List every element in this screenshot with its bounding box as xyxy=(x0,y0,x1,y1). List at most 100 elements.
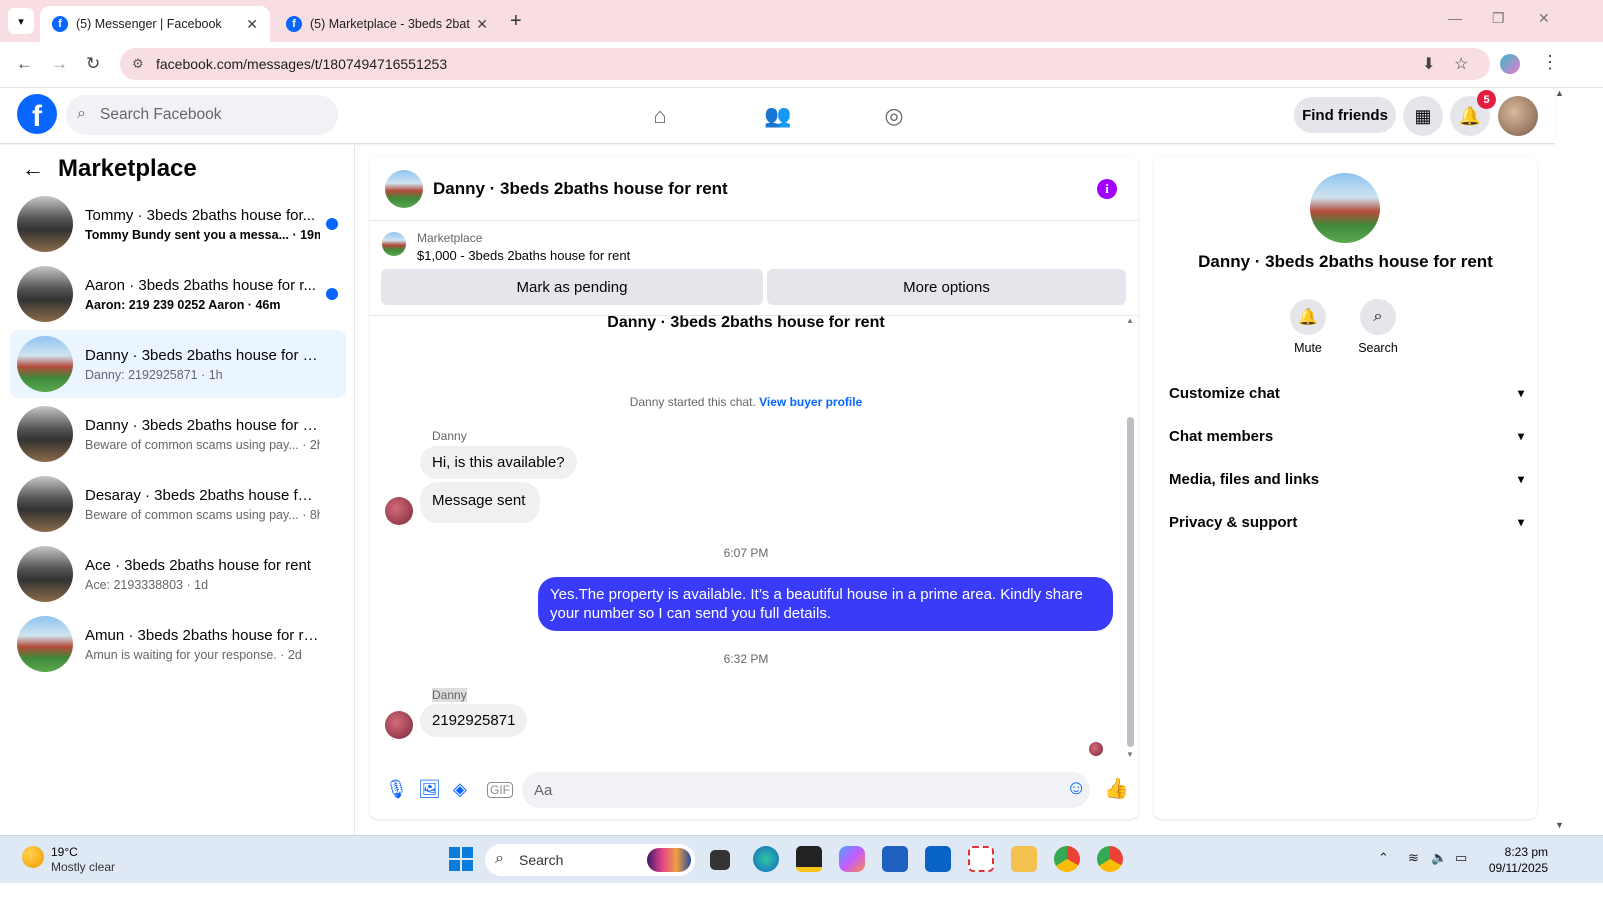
chat-title[interactable]: Danny · 3beds 2baths house for rent xyxy=(433,179,728,199)
chrome-icon[interactable] xyxy=(1054,846,1080,872)
minimize-button[interactable]: — xyxy=(1448,10,1462,26)
back-arrow-icon[interactable]: ← xyxy=(22,156,44,182)
view-buyer-profile-link[interactable]: View buyer profile xyxy=(759,395,862,409)
conversation-item[interactable]: Tommy · 3beds 2baths house for... Tommy … xyxy=(10,190,346,258)
page-scrollbar[interactable]: ▲ ▼ xyxy=(1555,88,1567,835)
menu-grid-icon[interactable]: ▦ xyxy=(1403,96,1443,136)
restore-button[interactable]: ❐ xyxy=(1492,10,1505,27)
scroll-down-arrow-icon[interactable]: ▼ xyxy=(1555,820,1564,830)
thumbs-up-icon[interactable]: 👍 xyxy=(1104,776,1129,801)
close-tab-icon[interactable]: ✕ xyxy=(476,16,488,33)
conversation-item[interactable]: Amun · 3beds 2baths house for rent Amun … xyxy=(10,610,346,678)
battery-icon[interactable]: ▭ xyxy=(1455,850,1467,866)
bookmark-star-icon[interactable]: ☆ xyxy=(1454,54,1468,74)
more-options-button[interactable]: More options xyxy=(767,269,1126,305)
close-tab-icon[interactable]: ✕ xyxy=(246,16,258,33)
snipping-tool-icon[interactable] xyxy=(968,846,994,872)
media-files-links-section[interactable]: Media, files and links ▾ xyxy=(1169,461,1524,497)
taskbar-search[interactable]: ⌕ Search xyxy=(485,844,695,876)
browser-tab-bar: ▾ f (5) Messenger | Facebook ✕ f (5) Mar… xyxy=(0,0,1603,42)
tab-marketplace[interactable]: f (5) Marketplace - 3beds 2baths ✕ xyxy=(274,6,500,42)
conversation-item[interactable]: Danny · 3beds 2baths house for rent Bewa… xyxy=(10,400,346,468)
url-text: facebook.com/messages/t/1807494716551253 xyxy=(156,56,448,72)
outlook-icon[interactable] xyxy=(925,846,951,872)
groups-icon[interactable]: ◎ xyxy=(878,100,910,132)
windows-taskbar: 19°C Mostly clear ⌕ Search ⌃ ≋ 🔈 ▭ 8:23 … xyxy=(0,835,1603,883)
contact-avatar[interactable] xyxy=(1310,173,1380,243)
conversation-name: Danny · 3beds 2baths house for rent xyxy=(85,416,320,434)
home-icon[interactable]: ⌂ xyxy=(644,100,676,132)
message-input[interactable]: Aa xyxy=(522,772,1090,808)
info-icon[interactable]: i xyxy=(1097,179,1117,199)
search-conversation-button[interactable]: ⌕ Search xyxy=(1348,299,1408,355)
windows-start-icon[interactable] xyxy=(449,847,473,871)
facebook-logo[interactable]: f xyxy=(17,94,57,134)
show-hidden-icons-chevron-icon[interactable]: ⌃ xyxy=(1378,850,1389,866)
search-icon: ⌕ xyxy=(495,850,504,867)
reload-icon[interactable]: ↻ xyxy=(86,54,100,74)
incoming-message[interactable]: Message sent xyxy=(420,482,541,523)
new-tab-button[interactable]: + xyxy=(510,10,522,33)
sticky-notes-icon[interactable] xyxy=(796,846,822,872)
mark-as-pending-button[interactable]: Mark as pending xyxy=(381,269,763,305)
photo-icon[interactable]: 🖼 xyxy=(418,779,441,800)
sender-avatar[interactable] xyxy=(385,497,413,525)
weather-moon-icon[interactable] xyxy=(22,846,44,868)
scroll-up-arrow-icon[interactable]: ▲ xyxy=(1555,88,1564,98)
customize-chat-section[interactable]: Customize chat ▾ xyxy=(1169,375,1524,411)
emoji-icon[interactable]: ☺ xyxy=(1066,777,1086,800)
microphone-icon[interactable]: 🎙 xyxy=(385,779,408,800)
mute-label: Mute xyxy=(1294,341,1322,355)
task-view-icon[interactable] xyxy=(710,850,730,870)
back-arrow-icon[interactable]: ← xyxy=(16,54,33,74)
find-friends-button[interactable]: Find friends xyxy=(1294,97,1396,133)
file-explorer-icon[interactable] xyxy=(1011,846,1037,872)
conversation-name: Tommy · 3beds 2baths house for... xyxy=(85,206,316,224)
conversation-item[interactable]: Aaron · 3beds 2baths house for r... Aaro… xyxy=(10,260,346,328)
browser-menu-icon[interactable]: ⋮ xyxy=(1541,52,1559,73)
close-window-button[interactable]: ✕ xyxy=(1538,10,1550,27)
conversation-item-selected[interactable]: Danny · 3beds 2baths house for rent Dann… xyxy=(10,330,346,398)
chat-members-section[interactable]: Chat members ▾ xyxy=(1169,418,1524,454)
chat-scrollbar[interactable]: ▲ ▼ xyxy=(1126,316,1134,759)
url-field[interactable]: ⚙ facebook.com/messages/t/18074947165512… xyxy=(120,48,1490,80)
conversation-avatar xyxy=(17,196,73,252)
conversation-item[interactable]: Desaray · 3beds 2baths house for r... Be… xyxy=(10,470,346,538)
chevron-down-icon: ▾ xyxy=(18,15,24,28)
tab-search-button[interactable]: ▾ xyxy=(8,8,34,34)
privacy-support-section[interactable]: Privacy & support ▾ xyxy=(1169,504,1524,540)
volume-icon[interactable]: 🔈 xyxy=(1431,850,1447,866)
chat-avatar[interactable] xyxy=(385,169,423,208)
message-composer: 🎙 🖼 ◈ GIF Aa ☺ 👍 xyxy=(370,769,1138,811)
browser-profile-avatar[interactable] xyxy=(1500,54,1520,74)
outgoing-message[interactable]: Yes.The property is available. It’s a be… xyxy=(538,577,1113,631)
wifi-icon[interactable]: ≋ xyxy=(1408,850,1419,866)
incoming-message[interactable]: Hi, is this available? xyxy=(420,446,577,479)
clock-date[interactable]: 09/11/2025 xyxy=(1478,861,1548,875)
tab-messenger[interactable]: f (5) Messenger | Facebook ✕ xyxy=(40,6,270,42)
sender-avatar[interactable] xyxy=(385,711,413,739)
section-label: Privacy & support xyxy=(1169,513,1298,531)
scrollbar-thumb[interactable] xyxy=(1127,417,1134,747)
gif-icon[interactable]: GIF xyxy=(487,782,513,798)
conversation-item[interactable]: Ace · 3beds 2baths house for rent Ace: 2… xyxy=(10,540,346,608)
account-avatar[interactable] xyxy=(1498,96,1538,136)
search-input[interactable]: ⌕ Search Facebook xyxy=(66,95,338,135)
microsoft-store-icon[interactable] xyxy=(882,846,908,872)
listing-price-title[interactable]: $1,000 - 3beds 2baths house for rent xyxy=(417,248,630,263)
scroll-down-arrow-icon[interactable]: ▼ xyxy=(1126,750,1134,759)
chrome-profile-icon[interactable] xyxy=(1097,846,1123,872)
scroll-up-arrow-icon[interactable]: ▲ xyxy=(1126,316,1134,325)
clock-time[interactable]: 8:23 pm xyxy=(1498,845,1548,859)
incoming-message[interactable]: 2192925871 xyxy=(420,704,528,737)
install-app-icon[interactable]: ⬇ xyxy=(1422,54,1435,74)
forward-arrow-icon[interactable]: → xyxy=(51,54,68,74)
weather-temperature[interactable]: 19°C xyxy=(51,845,78,859)
mute-button[interactable]: 🔔 Mute xyxy=(1278,299,1338,355)
edge-browser-icon[interactable] xyxy=(753,846,779,872)
copilot-icon[interactable] xyxy=(839,846,865,872)
weather-description[interactable]: Mostly clear xyxy=(51,860,115,874)
friends-icon[interactable]: 👥 xyxy=(762,100,794,132)
site-info-icon[interactable]: ⚙ xyxy=(132,56,144,72)
sticker-icon[interactable]: ◈ xyxy=(453,779,467,800)
